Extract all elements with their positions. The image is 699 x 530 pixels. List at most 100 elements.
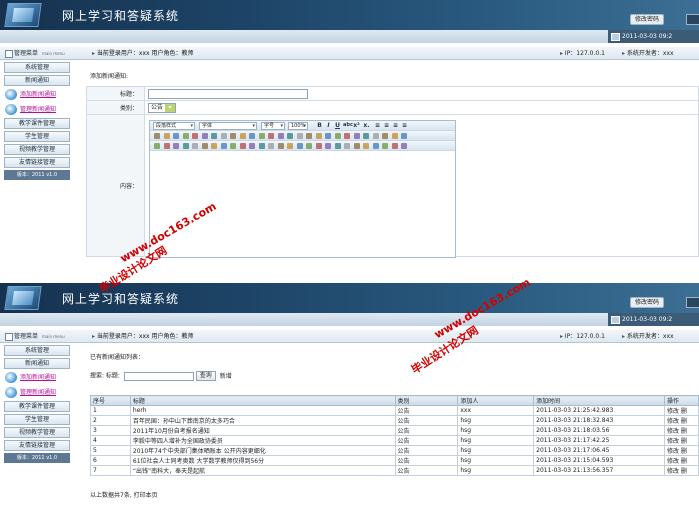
editor-tool-icon[interactable]: [372, 143, 379, 149]
editor-tool-icon[interactable]: [220, 133, 227, 139]
search-input[interactable]: [123, 371, 194, 381]
editor-tool-icon[interactable]: [382, 133, 388, 139]
sidebar-item-system[interactable]: 系统管理: [4, 62, 70, 73]
search-button[interactable]: 查询: [195, 371, 216, 381]
sidebar-item-courseware[interactable]: 教学课件管理: [4, 118, 70, 129]
editor-tool-icon[interactable]: [173, 143, 179, 149]
editor-tool-icon[interactable]: [258, 133, 265, 139]
editor-tool-icon[interactable]: [287, 133, 293, 139]
editor-tool-icon[interactable]: [201, 133, 208, 139]
editor-tool-icon[interactable]: [211, 133, 217, 139]
editor-tool-icon[interactable]: [315, 143, 322, 149]
editor-tool-icon[interactable]: [363, 143, 369, 149]
row-actions[interactable]: 修改 删: [664, 445, 699, 456]
editor-tool-icon[interactable]: [268, 133, 274, 139]
editor-tool-icon[interactable]: [306, 133, 312, 139]
editor-tool-icon[interactable]: [211, 143, 217, 149]
row-actions[interactable]: 修改 删: [664, 435, 699, 446]
sidebar-item-news[interactable]: 新闻通知: [4, 75, 70, 86]
align-justify-icon[interactable]: ≡: [401, 122, 408, 129]
editor-tool-icon[interactable]: [334, 143, 341, 149]
editor-tool-icon[interactable]: [220, 143, 227, 149]
editor-tool-icon[interactable]: [325, 143, 331, 149]
row-actions[interactable]: 修改 删: [664, 415, 699, 426]
bold-icon[interactable]: B: [316, 122, 323, 129]
underline-icon[interactable]: U: [334, 122, 341, 129]
row-actions[interactable]: 修改 删: [664, 405, 699, 416]
sidebar-item-courseware[interactable]: 教学课件管理: [4, 401, 70, 412]
editor-tool-icon[interactable]: [163, 133, 170, 139]
change-password-button[interactable]: 修改密码: [630, 14, 665, 25]
editor-tool-icon[interactable]: [344, 133, 350, 139]
editor-tool-icon[interactable]: [277, 143, 284, 149]
sidebar-item-links[interactable]: 友情链接管理: [4, 440, 70, 451]
zoom-select[interactable]: 100%: [288, 122, 308, 130]
editor-tool-icon[interactable]: [277, 133, 284, 139]
sidebar-item-video[interactable]: 视频教学管理: [4, 144, 70, 155]
align-center-icon[interactable]: ≡: [383, 122, 390, 129]
sidebar-item-system[interactable]: 系统管理: [4, 345, 70, 356]
superscript-icon[interactable]: x²: [353, 122, 360, 129]
editor-tool-icon[interactable]: [325, 133, 331, 139]
header-extra-button[interactable]: [686, 297, 699, 308]
editor-tool-icon[interactable]: [154, 143, 160, 149]
sidebar-item-links[interactable]: 友情链接管理: [4, 157, 70, 168]
editor-tool-icon[interactable]: [391, 143, 398, 149]
editor-tool-icon[interactable]: [391, 133, 398, 139]
sidebar-item-manage-news[interactable]: 管理新闻通知: [4, 103, 70, 116]
editor-tool-icon[interactable]: [182, 143, 189, 149]
editor-tool-icon[interactable]: [182, 133, 189, 139]
align-left-icon[interactable]: ≡: [374, 122, 381, 129]
editor-tool-icon[interactable]: [239, 143, 246, 149]
editor-tool-icon[interactable]: [306, 143, 312, 149]
editor-tool-icon[interactable]: [372, 133, 379, 139]
editor-tool-icon[interactable]: [382, 143, 388, 149]
editor-tool-icon[interactable]: [353, 133, 360, 139]
editor-tool-icon[interactable]: [201, 143, 208, 149]
editor-tool-icon[interactable]: [334, 133, 341, 139]
editor-tool-icon[interactable]: [344, 143, 350, 149]
row-actions[interactable]: 修改 删: [664, 425, 699, 436]
strike-icon[interactable]: abc: [343, 122, 353, 129]
sidebar-item-students[interactable]: 学生管理: [4, 131, 70, 142]
editor-tool-icon[interactable]: [230, 143, 236, 149]
editor-tool-icon[interactable]: [230, 133, 236, 139]
rich-text-editor[interactable]: 段落样式 字体 字号 100% B I U abc x² x. ≡ ≡ ≡ ≡: [149, 120, 456, 258]
sidebar-item-news[interactable]: 新闻通知: [4, 358, 70, 369]
font-size-select[interactable]: 字号: [261, 122, 285, 130]
editor-tool-icon[interactable]: [353, 143, 360, 149]
editor-tool-icon[interactable]: [192, 143, 198, 149]
change-password-button[interactable]: 修改密码: [630, 297, 665, 308]
editor-tool-icon[interactable]: [192, 133, 198, 139]
sidebar-item-add-news[interactable]: 添加新闻通知: [4, 88, 70, 101]
editor-tool-icon[interactable]: [173, 133, 179, 139]
category-select[interactable]: 公告: [148, 102, 177, 113]
subscript-icon[interactable]: x.: [363, 122, 370, 129]
editor-tool-icon[interactable]: [249, 143, 255, 149]
editor-tool-icon[interactable]: [239, 133, 246, 139]
sidebar-item-video[interactable]: 视频教学管理: [4, 427, 70, 438]
align-right-icon[interactable]: ≡: [392, 122, 399, 129]
editor-tool-icon[interactable]: [296, 143, 303, 149]
editor-tool-icon[interactable]: [401, 143, 407, 149]
editor-tool-icon[interactable]: [296, 133, 303, 139]
editor-tool-icon[interactable]: [258, 143, 265, 149]
sidebar-item-add-news[interactable]: 添加新闻通知: [4, 371, 70, 384]
editor-tool-icon[interactable]: [249, 133, 255, 139]
editor-tool-icon[interactable]: [315, 133, 322, 139]
editor-tool-icon[interactable]: [163, 143, 170, 149]
title-input[interactable]: [148, 88, 308, 99]
editor-tool-icon[interactable]: [401, 133, 407, 139]
row-actions[interactable]: 修改 删: [664, 465, 699, 476]
sidebar-item-students[interactable]: 学生管理: [4, 414, 70, 425]
font-select[interactable]: 字体: [199, 122, 257, 130]
italic-icon[interactable]: I: [325, 122, 332, 129]
editor-tool-icon[interactable]: [287, 143, 293, 149]
sidebar-item-manage-news[interactable]: 管理新闻通知: [4, 386, 70, 399]
editor-tool-icon[interactable]: [154, 133, 160, 139]
row-actions[interactable]: 修改 删: [664, 455, 699, 466]
editor-tool-icon[interactable]: [268, 143, 274, 149]
paragraph-style-select[interactable]: 段落样式: [153, 122, 195, 130]
header-extra-button[interactable]: [686, 14, 699, 25]
add-link[interactable]: 新增: [220, 373, 232, 380]
